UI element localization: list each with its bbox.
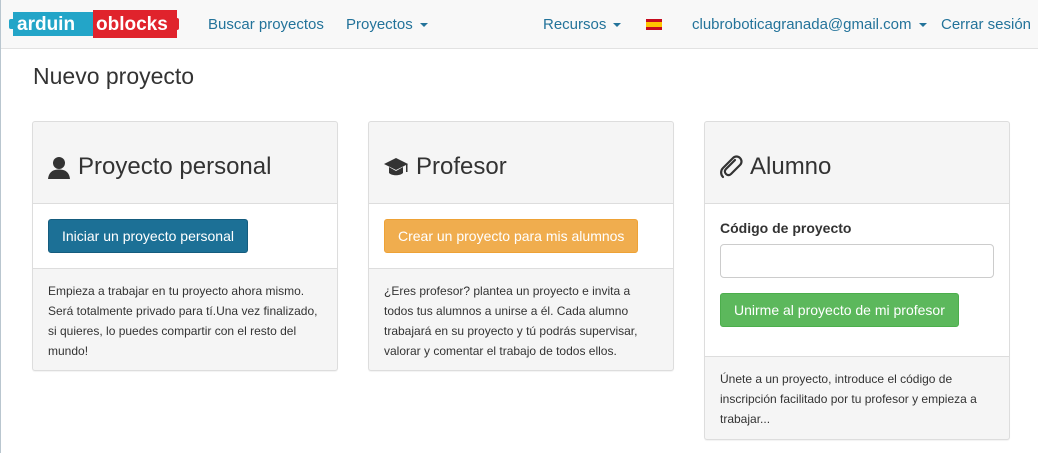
nav-resources-label: Recursos bbox=[543, 16, 607, 33]
panel-title: Profesor bbox=[416, 152, 507, 180]
panel-body: Iniciar un proyecto personal bbox=[33, 204, 337, 269]
top-navbar: arduin oblocks Buscar proyectos Proyecto… bbox=[1, 0, 1038, 49]
flag-es-icon[interactable] bbox=[646, 19, 662, 30]
graduation-cap-icon bbox=[384, 157, 408, 175]
nav-resources-dropdown[interactable]: Recursos bbox=[543, 16, 622, 33]
chevron-down-icon bbox=[918, 23, 927, 28]
panel-description: Empieza a trabajar en tu proyecto ahora … bbox=[48, 284, 318, 358]
user-icon bbox=[48, 156, 70, 179]
panel-student: Alumno Código de proyecto Unirme al proy… bbox=[704, 121, 1010, 440]
panel-title: Alumno bbox=[750, 152, 832, 180]
join-teacher-project-button[interactable]: Unirme al proyecto de mi profesor bbox=[720, 293, 959, 327]
panel-personal-project: Proyecto personal Iniciar un proyecto pe… bbox=[32, 121, 338, 371]
panel-description: ¿Eres profesor? plantea un proyecto e in… bbox=[384, 284, 638, 358]
panel-body: Código de proyecto Unirme al proyecto de… bbox=[705, 204, 1009, 357]
project-code-input[interactable] bbox=[720, 244, 994, 278]
panel-body: Crear un proyecto para mis alumnos bbox=[369, 204, 673, 269]
user-email: clubroboticagranada@gmail.com bbox=[692, 16, 912, 33]
panel-heading: Proyecto personal bbox=[33, 122, 337, 204]
logo-text-left: arduin bbox=[17, 14, 75, 35]
panel-heading: Alumno bbox=[705, 122, 1009, 204]
panel-teacher: Profesor Crear un proyecto para mis alum… bbox=[368, 121, 674, 371]
page-title: Nuevo proyecto bbox=[33, 63, 195, 89]
start-personal-project-button[interactable]: Iniciar un proyecto personal bbox=[48, 219, 248, 253]
paperclip-icon bbox=[720, 154, 743, 178]
nav-search-projects[interactable]: Buscar proyectos bbox=[208, 16, 324, 33]
project-code-label: Código de proyecto bbox=[720, 220, 852, 236]
arduinoblocks-logo[interactable]: arduin oblocks bbox=[9, 8, 179, 40]
create-teacher-project-button[interactable]: Crear un proyecto para mis alumnos bbox=[384, 219, 639, 253]
nav-logout[interactable]: Cerrar sesión bbox=[941, 16, 1031, 33]
panel-heading: Profesor bbox=[369, 122, 673, 204]
nav-projects-label: Proyectos bbox=[346, 16, 413, 33]
chevron-down-icon bbox=[613, 23, 622, 28]
chevron-down-icon bbox=[419, 23, 428, 28]
logo-text-right: oblocks bbox=[96, 14, 168, 35]
panel-description: Únete a un proyecto, introduce el código… bbox=[720, 372, 977, 426]
panel-title: Proyecto personal bbox=[78, 152, 272, 180]
nav-user-dropdown[interactable]: clubroboticagranada@gmail.com bbox=[692, 16, 927, 33]
nav-projects-dropdown[interactable]: Proyectos bbox=[346, 16, 428, 33]
